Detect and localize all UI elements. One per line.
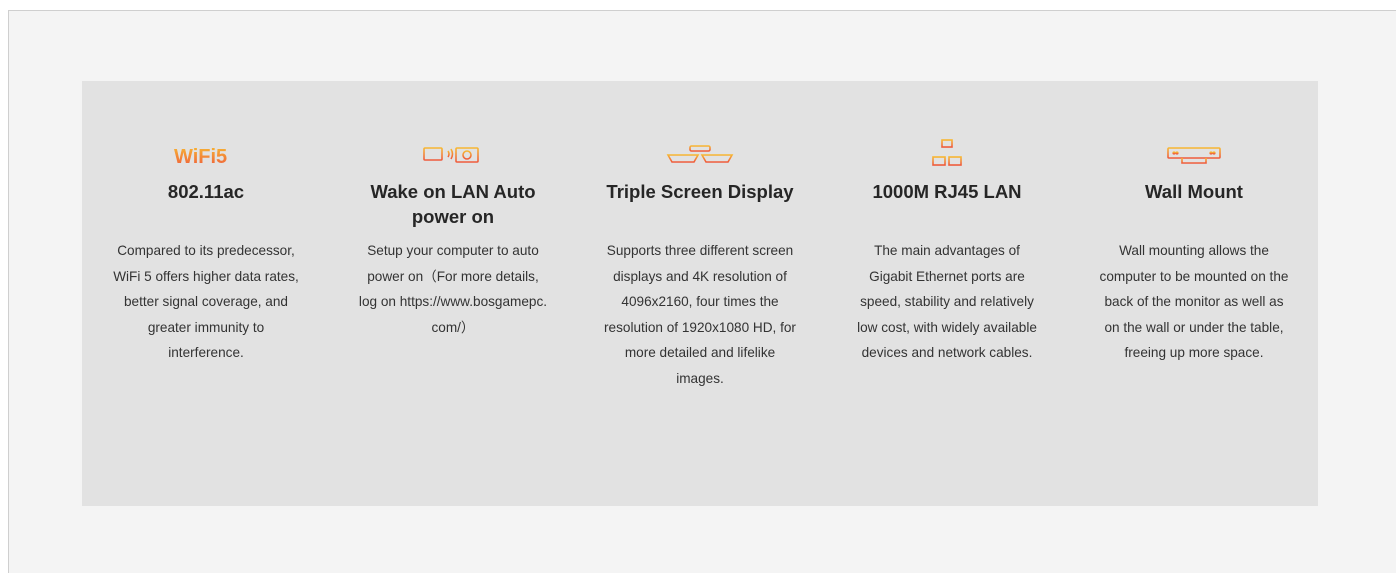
feature-description: Setup your computer to auto power on（For… <box>358 243 548 335</box>
network-lan-icon <box>932 139 962 166</box>
feature-card-triple-screen: Triple Screen Display Supports three dif… <box>576 81 824 506</box>
feature-description: The main advantages of Gigabit Ethernet … <box>857 243 1037 361</box>
wake-on-lan-icon <box>422 147 479 165</box>
feature-card-wall-mount: Wall Mount Wall mounting allows the comp… <box>1070 81 1318 506</box>
feature-title: Wake on LAN Auto power on <box>370 181 536 227</box>
feature-title: Wall Mount <box>1145 181 1243 202</box>
feature-card-wake-on-lan: Wake on LAN Auto power on Setup your com… <box>329 81 577 506</box>
feature-title: 1000M RJ45 LAN <box>872 181 1022 202</box>
feature-title: Triple Screen Display <box>606 181 794 202</box>
feature-card-wifi: WiFi5 802.11ac Compared to its predecess… <box>82 81 330 506</box>
wifi5-icon: WiFi5 <box>174 146 227 167</box>
wall-mount-icon <box>1167 147 1221 164</box>
triple-screen-icon <box>666 145 734 163</box>
features-panel: WiFi5 802.11ac Compared to its predecess… <box>8 10 1396 573</box>
feature-description: Supports three different screen displays… <box>604 243 796 386</box>
feature-description: Compared to its predecessor, WiFi 5 offe… <box>113 243 299 361</box>
feature-title: 802.11ac <box>167 181 245 202</box>
feature-description: Wall mounting allows the computer to be … <box>1099 243 1289 361</box>
feature-card-lan: 1000M RJ45 LAN The main advantages of Gi… <box>823 81 1071 506</box>
svg-text:WiFi5: WiFi5 <box>174 146 227 167</box>
